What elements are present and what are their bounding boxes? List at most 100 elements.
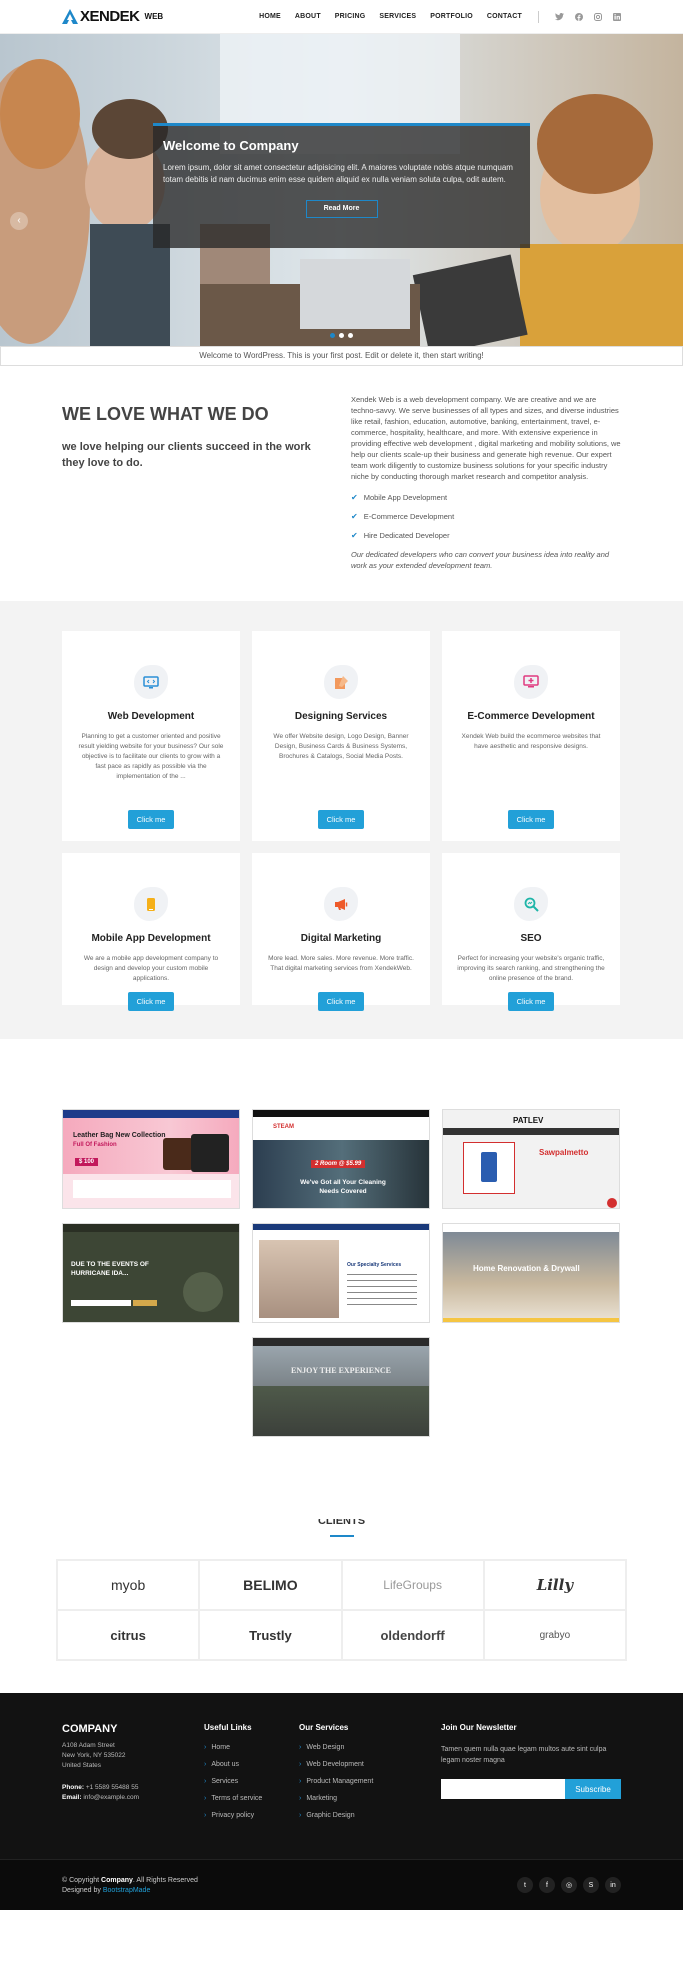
footer-link[interactable]: › About us (204, 1761, 299, 1768)
about-details: Xendek Web is a web development company.… (351, 394, 621, 571)
service-text: We are a mobile app development company … (83, 955, 219, 982)
carousel-dot[interactable] (348, 333, 353, 338)
main-nav: HOME ABOUT PRICING SERVICES PORTFOLIO CO… (259, 10, 621, 23)
twitter-icon[interactable]: t (517, 1877, 533, 1893)
facebook-icon[interactable] (574, 12, 583, 21)
hero-caption: Welcome to Company Lorem ipsum, dolor si… (153, 123, 530, 248)
header-social (555, 12, 621, 21)
logo-text: XENDEK (80, 8, 140, 25)
subscribe-button[interactable]: Subscribe (565, 1779, 621, 1799)
linkedin-icon[interactable] (612, 12, 621, 21)
portfolio-caption: Leather Bag New Collection (73, 1132, 166, 1139)
carousel-dot[interactable] (339, 333, 344, 338)
service-title: Mobile App Development (91, 933, 211, 944)
portfolio-caption: Home Renovation & Drywall (473, 1264, 580, 1273)
footer-heading: Our Services (299, 1723, 349, 1732)
click-me-button[interactable]: Click me (127, 810, 175, 829)
designer-link[interactable]: BootstrapMade (103, 1887, 150, 1894)
portfolio-item-leather-bag[interactable]: Leather Bag New Collection Full Of Fashi… (62, 1109, 240, 1209)
about-note: Our dedicated developers who can convert… (351, 550, 610, 570)
nav-portfolio[interactable]: PORTFOLIO (430, 13, 473, 20)
newsletter-email-input[interactable] (441, 1779, 565, 1799)
click-me-button[interactable]: Click me (507, 992, 555, 1011)
nav-pricing[interactable]: PRICING (335, 13, 366, 20)
about-heading: WE LOVE WHAT WE DO (62, 404, 269, 424)
footer-link[interactable]: › Web Design (299, 1744, 441, 1751)
click-me-button[interactable]: Click me (317, 992, 365, 1011)
seo-magnifier-icon (514, 887, 548, 921)
section-divider (329, 1535, 354, 1537)
footer-link[interactable]: › Privacy policy (204, 1812, 299, 1819)
portfolio-item-experience[interactable]: ENJOY THE EXPERIENCE (252, 1337, 430, 1437)
logo[interactable]: XENDEK WEB (62, 8, 163, 25)
click-me-button[interactable]: Click me (507, 810, 555, 829)
client-logo-grid: myob BELIMO LifeGroups Lilly citrus Trus… (56, 1559, 627, 1661)
site-header: XENDEK WEB HOME ABOUT PRICING SERVICES P… (0, 0, 683, 34)
design-brush-icon (324, 665, 358, 699)
footer-company: COMPANY A108 Adam Street New York, NY 53… (62, 1723, 204, 1829)
services-section: Web Development Planning to get a custom… (0, 601, 683, 1039)
site-footer: COMPANY A108 Adam Street New York, NY 53… (0, 1693, 683, 1859)
facebook-icon[interactable]: f (539, 1877, 555, 1893)
footer-link[interactable]: › Product Management (299, 1778, 441, 1785)
footer-phone: Phone: +1 5589 55488 55 (62, 1784, 139, 1791)
linkedin-icon[interactable]: in (605, 1877, 621, 1893)
newsletter-form: Subscribe (441, 1779, 621, 1799)
footer-email: Email: info@example.com (62, 1794, 140, 1801)
footer-link[interactable]: › Graphic Design (299, 1812, 441, 1819)
click-me-button[interactable]: Click me (317, 810, 365, 829)
nav-services[interactable]: SERVICES (379, 13, 416, 20)
portfolio-item-hurricane[interactable]: DUE TO THE EVENTS OF HURRICANE IDA... (62, 1223, 240, 1323)
nav-contact[interactable]: CONTACT (487, 13, 522, 20)
client-logo: myob (57, 1560, 200, 1610)
nav-home[interactable]: HOME (259, 13, 281, 20)
portfolio-item-steam-cleaning[interactable]: STEAM 2 Room @ $5.99 We've Got all Your … (252, 1109, 430, 1209)
logo-subtext: WEB (144, 12, 164, 21)
about-section: WE LOVE WHAT WE DO we love helping our c… (0, 366, 683, 601)
check-icon: ✔ (351, 512, 358, 521)
footer-link[interactable]: › Web Development (299, 1761, 441, 1768)
hero-text: Lorem ipsum, dolor sit amet consectetur … (163, 163, 513, 184)
list-item: ✔ Hire Dedicated Developer (351, 531, 450, 540)
client-logo: Lilly (483, 1560, 626, 1610)
read-more-button[interactable]: Read More (305, 200, 378, 218)
megaphone-icon (324, 887, 358, 921)
instagram-icon[interactable] (593, 12, 602, 21)
list-item: ✔ E-Commerce Development (351, 512, 455, 521)
instagram-icon[interactable]: ◎ (561, 1877, 577, 1893)
click-me-button[interactable]: Click me (127, 992, 175, 1011)
footer-link[interactable]: › Terms of service (204, 1795, 299, 1802)
skype-icon[interactable]: S (583, 1877, 599, 1893)
hero-carousel: ‹ Welcome to Company Lorem ipsum, dolor … (0, 34, 683, 346)
twitter-icon[interactable] (555, 12, 564, 21)
client-logo: oldendorff (341, 1610, 484, 1660)
monitor-code-icon (134, 665, 168, 699)
newsletter-text: Tamen quem nulla quae legam multos aute … (441, 1746, 607, 1764)
client-logo: Trustly (199, 1610, 342, 1660)
service-card-mobile-app: Mobile App Development We are a mobile a… (62, 853, 240, 1011)
mobile-phone-icon (134, 887, 168, 921)
list-item: ✔ Mobile App Development (351, 493, 448, 502)
client-logo: LifeGroups (341, 1560, 484, 1610)
portfolio-brand: PATLEV (513, 1116, 544, 1125)
footer-useful-links: Useful Links › Home › About us › Services ›… (204, 1723, 299, 1829)
footer-address-line: New York, NY 535022 (62, 1752, 126, 1759)
chevron-right-icon: › (299, 1744, 302, 1751)
portfolio-sub: 2 Room @ $5.99 (311, 1160, 366, 1168)
carousel-dot[interactable] (330, 333, 335, 338)
chevron-right-icon: › (204, 1795, 207, 1802)
nav-about[interactable]: ABOUT (295, 13, 321, 20)
designed-by: Designed by BootstrapMade (62, 1886, 151, 1894)
footer-link[interactable]: › Home (204, 1744, 299, 1751)
footer-link[interactable]: › Services (204, 1778, 299, 1785)
service-title: Designing Services (294, 711, 388, 722)
portfolio-item-specialty[interactable]: Our Specialty Services (252, 1223, 430, 1323)
service-card-seo: SEO Perfect for increasing your website'… (442, 853, 620, 1011)
footer-link[interactable]: › Marketing (299, 1795, 441, 1802)
portfolio-item-renovation[interactable]: Home Renovation & Drywall (442, 1223, 620, 1323)
carousel-prev-arrow[interactable]: ‹ (10, 212, 28, 230)
copyright-block: © Copyright Company. All Rights Reserved… (62, 1877, 198, 1894)
shop-screen-icon (514, 665, 548, 699)
footer-heading: Useful Links (204, 1723, 252, 1732)
portfolio-item-patlev[interactable]: PATLEV Sawpalmetto (442, 1109, 620, 1209)
